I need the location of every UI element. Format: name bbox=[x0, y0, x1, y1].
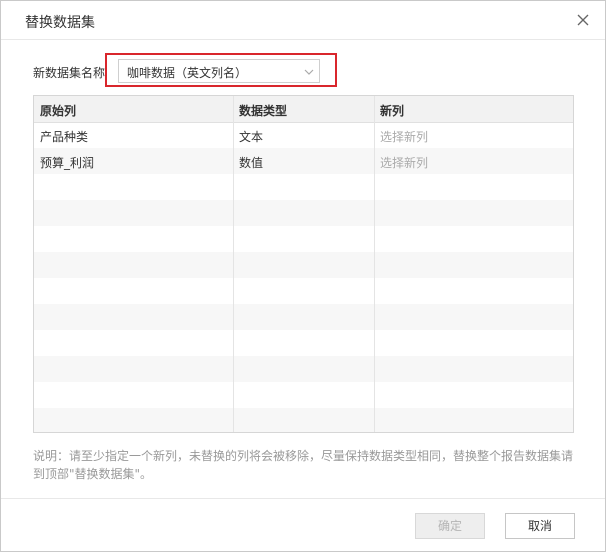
empty-row bbox=[34, 304, 573, 330]
empty-row bbox=[34, 226, 573, 252]
data-type-cell: 文本 bbox=[239, 130, 264, 144]
ok-button[interactable]: 确定 bbox=[415, 513, 485, 539]
table-row: 预算_利润 数值 选择新列 bbox=[34, 148, 573, 174]
empty-row bbox=[34, 408, 573, 432]
chevron-down-icon bbox=[303, 66, 315, 78]
empty-row bbox=[34, 278, 573, 304]
original-column-cell: 预算_利润 bbox=[40, 156, 95, 170]
cancel-button[interactable]: 取消 bbox=[505, 513, 575, 539]
table-header: 原始列 数据类型 新列 bbox=[34, 96, 573, 123]
dialog-titlebar: 替换数据集 bbox=[1, 1, 605, 40]
footer-divider bbox=[1, 498, 605, 499]
dataset-name-label: 新数据集名称 bbox=[33, 66, 106, 80]
dataset-select-value: 咖啡数据（英文列名） bbox=[127, 66, 248, 80]
header-data-type: 数据类型 bbox=[239, 104, 288, 118]
empty-row bbox=[34, 252, 573, 278]
empty-row bbox=[34, 200, 573, 226]
replace-dataset-dialog: 替换数据集 新数据集名称 咖啡数据（英文列名） 原始列 数据类型 新列 产品种类… bbox=[0, 0, 606, 552]
close-icon[interactable] bbox=[573, 10, 593, 30]
original-column-cell: 产品种类 bbox=[40, 130, 89, 144]
new-column-select[interactable]: 选择新列 bbox=[380, 154, 428, 171]
dialog-title: 替换数据集 bbox=[25, 15, 95, 31]
header-original-column: 原始列 bbox=[40, 104, 77, 118]
header-new-column: 新列 bbox=[380, 104, 405, 118]
data-type-cell: 数值 bbox=[239, 156, 264, 170]
empty-row bbox=[34, 382, 573, 408]
column-mapping-table: 原始列 数据类型 新列 产品种类 文本 选择新列 预算_利润 数值 选择新列 bbox=[33, 95, 574, 433]
table-row: 产品种类 文本 选择新列 bbox=[34, 122, 573, 148]
empty-row bbox=[34, 174, 573, 200]
column-divider bbox=[374, 96, 375, 432]
dataset-select[interactable]: 咖啡数据（英文列名） bbox=[118, 59, 320, 83]
empty-row bbox=[34, 356, 573, 382]
column-divider bbox=[233, 96, 234, 432]
empty-row bbox=[34, 330, 573, 356]
new-column-select[interactable]: 选择新列 bbox=[380, 128, 428, 145]
help-note: 说明：请至少指定一个新列，未替换的列将会被移除，尽量保持数据类型相同，替换整个报… bbox=[33, 449, 574, 481]
